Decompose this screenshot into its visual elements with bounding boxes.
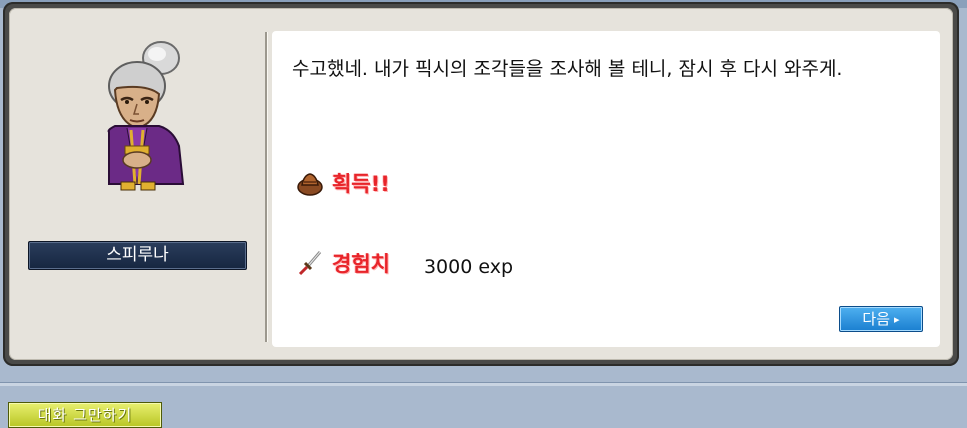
npc-dialog-window: 스피루나 수고했네. 내가 픽시의 조각들을 조사해 볼 테니, 잠시 후 다시… <box>3 2 959 366</box>
reward-exp-row: 경험치 3000 exp <box>296 248 513 278</box>
speech-panel: 수고했네. 내가 픽시의 조각들을 조사해 볼 테니, 잠시 후 다시 와주게.… <box>272 31 940 347</box>
exp-value: 3000 exp <box>423 256 514 278</box>
bottom-bar: 대화 그만하기 <box>0 386 967 428</box>
next-arrow-icon: ▸ <box>894 313 900 326</box>
reward-acquire-row: 획득!! <box>296 168 390 198</box>
npc-portrait <box>107 41 185 191</box>
npc-area: 스피루나 <box>9 8 264 360</box>
exp-label: 경험치 <box>332 252 390 276</box>
next-button[interactable]: 다음 ▸ <box>839 306 923 332</box>
dialog-body: 스피루나 수고했네. 내가 픽시의 조각들을 조사해 볼 테니, 잠시 후 다시… <box>9 8 953 360</box>
dialog-message: 수고했네. 내가 픽시의 조각들을 조사해 볼 테니, 잠시 후 다시 와주게. <box>292 58 843 80</box>
acquire-label: 획득!! <box>332 172 390 196</box>
end-chat-button[interactable]: 대화 그만하기 <box>8 402 162 428</box>
panel-divider <box>265 32 267 342</box>
leather-bag-icon <box>297 173 323 196</box>
game-screen: 스피루나 수고했네. 내가 픽시의 조각들을 조사해 볼 테니, 잠시 후 다시… <box>0 0 967 428</box>
sword-icon <box>298 251 322 276</box>
npc-name-plate: 스피루나 <box>28 241 247 270</box>
next-button-label: 다음 <box>862 310 891 328</box>
